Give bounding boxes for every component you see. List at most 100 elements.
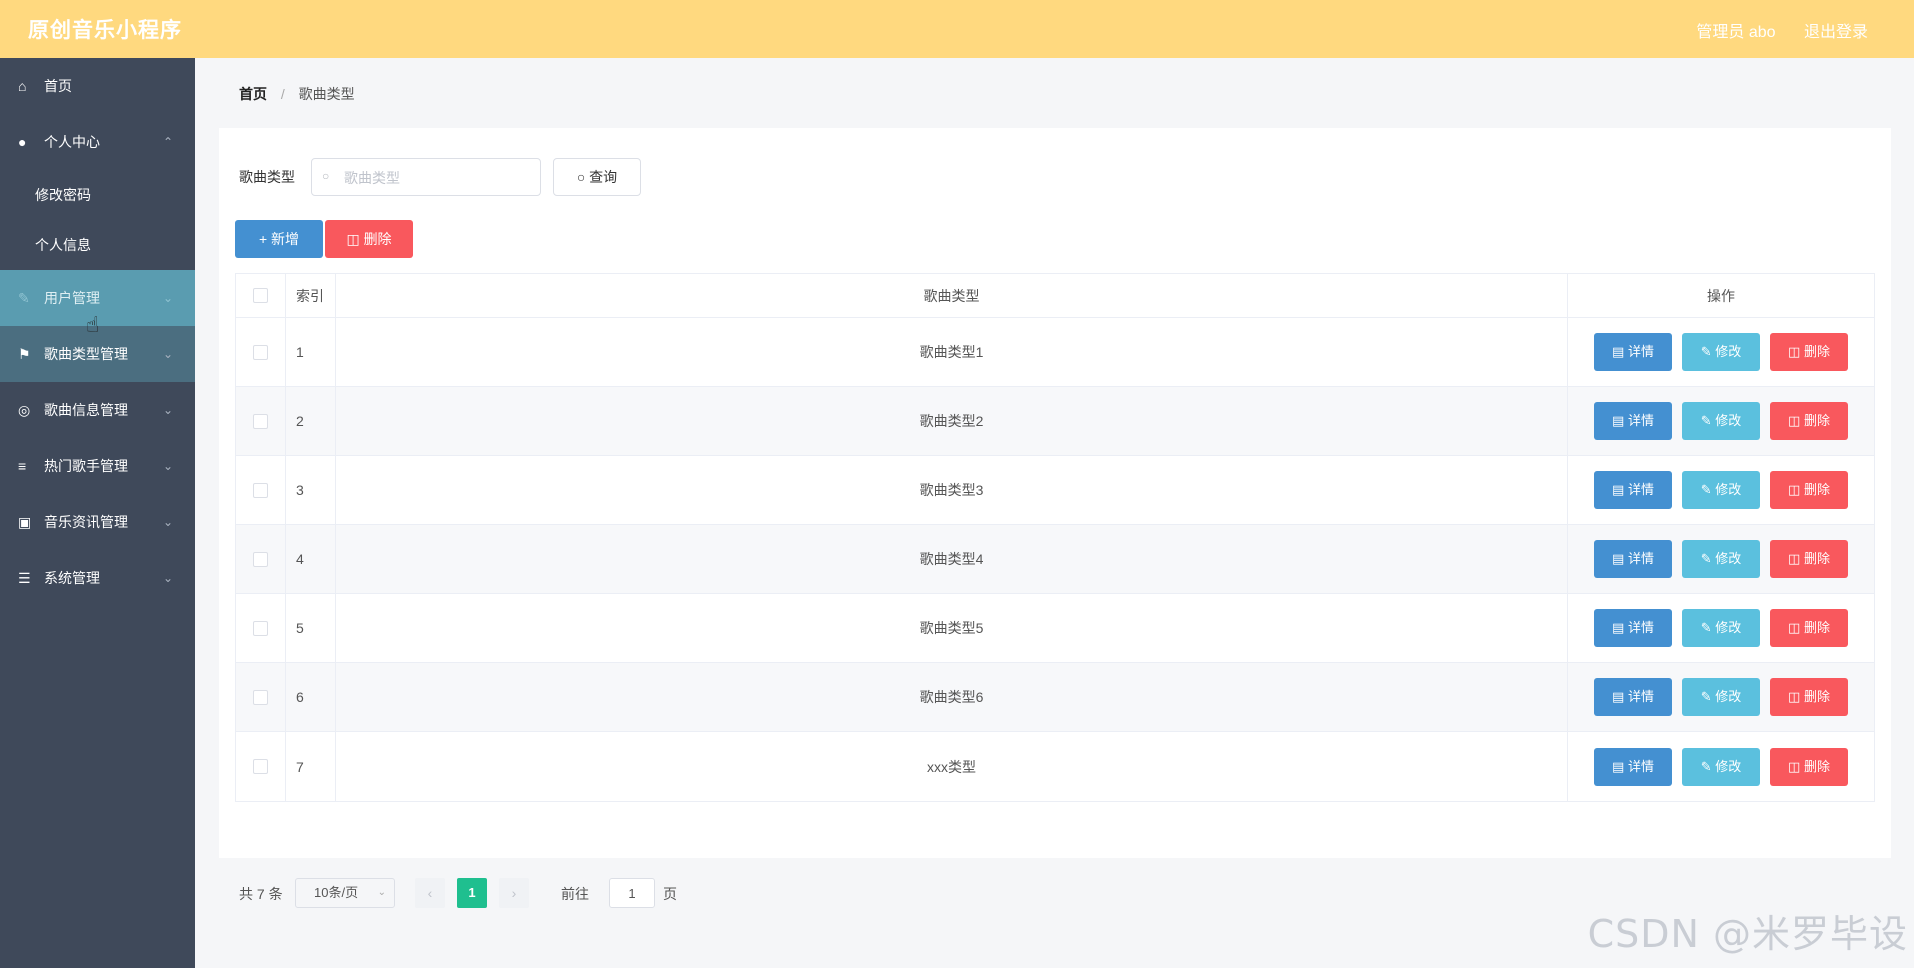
- detail-button[interactable]: ▤ 详情: [1594, 609, 1672, 647]
- delete-button[interactable]: ◫ 删除: [1770, 747, 1848, 786]
- edit-button[interactable]: ✎ 修改: [1682, 540, 1760, 578]
- batch-delete-button[interactable]: ◫ 删除: [325, 220, 413, 258]
- add-button[interactable]: + 新增: [235, 220, 323, 258]
- delete-button[interactable]: ◫ 删除: [1770, 678, 1848, 716]
- sidebar-item-music-news-management[interactable]: ▣ 音乐资讯管理 ⌄: [0, 494, 195, 550]
- row-checkbox[interactable]: [253, 551, 268, 567]
- pencil-icon: ✎: [1700, 620, 1712, 635]
- edit-button[interactable]: ✎ 修改: [1682, 747, 1760, 786]
- flag-icon: ⚑: [18, 346, 31, 362]
- table-row: 7 xxx类型 ▤ 详情 ✎ 修改 ◫ 删除: [236, 732, 1874, 801]
- search-icon: ○: [322, 169, 330, 183]
- search-field[interactable]: ○: [311, 158, 541, 197]
- breadcrumb-current: 歌曲类型: [298, 86, 355, 102]
- sidebar-item-system-management[interactable]: ☰ 系统管理 ⌄: [0, 550, 195, 606]
- row-index: 1: [286, 318, 336, 386]
- plus-icon: +: [258, 231, 268, 247]
- edit-button[interactable]: ✎ 修改: [1682, 402, 1760, 440]
- sidebar-item-label: 首页: [44, 78, 72, 94]
- query-button[interactable]: ○ 查询: [553, 158, 641, 196]
- detail-button[interactable]: ▤ 详情: [1594, 747, 1672, 786]
- sidebar-item-personal-center[interactable]: ● 个人中心 ⌃: [0, 114, 195, 170]
- detail-button[interactable]: ▤ 详情: [1594, 471, 1672, 509]
- watermark: CSDN @米罗毕设: [1587, 912, 1908, 956]
- sidebar-item-label: 用户管理: [44, 290, 100, 306]
- delete-button-label: 删除: [1803, 482, 1830, 497]
- edit-button[interactable]: ✎ 修改: [1682, 609, 1760, 647]
- row-checkbox[interactable]: [253, 689, 268, 705]
- page-size-value: 10条/页: [314, 885, 359, 900]
- edit-button-label: 修改: [1715, 344, 1742, 359]
- breadcrumb-separator: /: [280, 86, 285, 102]
- header-song-type: 歌曲类型: [336, 274, 1568, 317]
- search-label: 歌曲类型: [239, 169, 295, 185]
- goto-page-input[interactable]: [609, 878, 655, 908]
- search-input[interactable]: [342, 159, 536, 197]
- page-size-select[interactable]: 10条/页 ⌄: [295, 878, 395, 908]
- edit-icon: ✎: [18, 290, 30, 306]
- chevron-down-icon: ⌄: [377, 887, 386, 898]
- row-song-type: 歌曲类型6: [336, 663, 1568, 731]
- dial-icon: ◎: [18, 402, 31, 418]
- pencil-icon: ✎: [1700, 551, 1712, 566]
- next-page-button[interactable]: ›: [499, 878, 529, 908]
- breadcrumb-home[interactable]: 首页: [239, 86, 267, 102]
- edit-button[interactable]: ✎ 修改: [1682, 333, 1760, 371]
- chevron-down-icon: ⌄: [162, 347, 173, 361]
- chevron-down-icon: ⌄: [162, 459, 173, 473]
- row-select-cell: [236, 456, 286, 524]
- delete-button[interactable]: ◫ 删除: [1770, 540, 1848, 578]
- row-checkbox[interactable]: [253, 482, 268, 498]
- sidebar-item-label: 歌曲类型管理: [44, 346, 128, 362]
- trash-icon: ◫: [1788, 482, 1801, 497]
- edit-button-label: 修改: [1715, 482, 1742, 497]
- wallet-icon: ▣: [18, 514, 32, 530]
- delete-button[interactable]: ◫ 删除: [1770, 471, 1848, 509]
- chevron-down-icon: ⌄: [162, 515, 173, 529]
- page-number-current[interactable]: 1: [457, 878, 487, 908]
- row-checkbox[interactable]: [253, 344, 268, 360]
- edit-button-label: 修改: [1715, 413, 1742, 428]
- delete-button-label: 删除: [1803, 689, 1830, 704]
- table-row: 3 歌曲类型3 ▤ 详情 ✎ 修改 ◫ 删除: [236, 456, 1874, 525]
- row-checkbox[interactable]: [253, 620, 268, 636]
- trash-icon: ◫: [1788, 551, 1801, 566]
- select-all-checkbox[interactable]: [253, 288, 268, 303]
- detail-button[interactable]: ▤ 详情: [1594, 402, 1672, 440]
- sidebar-subitem-change-password[interactable]: 修改密码: [0, 170, 195, 220]
- row-song-type: 歌曲类型1: [336, 318, 1568, 386]
- row-select-cell: [236, 732, 286, 801]
- detail-button[interactable]: ▤ 详情: [1594, 333, 1672, 371]
- edit-button[interactable]: ✎ 修改: [1682, 471, 1760, 509]
- sidebar-subitem-personal-info[interactable]: 个人信息: [0, 220, 195, 270]
- document-icon: ▤: [1612, 689, 1625, 704]
- top-header: 原创音乐小程序 管理员 abo 退出登录: [0, 0, 1914, 59]
- document-icon: ▤: [1612, 413, 1625, 428]
- detail-button[interactable]: ▤ 详情: [1594, 540, 1672, 578]
- table-row: 2 歌曲类型2 ▤ 详情 ✎ 修改 ◫ 删除: [236, 387, 1874, 456]
- detail-button-label: 详情: [1627, 689, 1654, 704]
- table-row: 5 歌曲类型5 ▤ 详情 ✎ 修改 ◫ 删除: [236, 594, 1874, 663]
- sidebar-item-song-info-management[interactable]: ◎ 歌曲信息管理 ⌄: [0, 382, 195, 438]
- logout-link[interactable]: 退出登录: [1804, 24, 1868, 41]
- edit-button[interactable]: ✎ 修改: [1682, 678, 1760, 716]
- row-checkbox[interactable]: [253, 759, 268, 774]
- row-operations: ▤ 详情 ✎ 修改 ◫ 删除: [1568, 663, 1874, 731]
- delete-button[interactable]: ◫ 删除: [1770, 333, 1848, 371]
- row-operations: ▤ 详情 ✎ 修改 ◫ 删除: [1568, 594, 1874, 662]
- sidebar-item-hot-singer-management[interactable]: ≡ 热门歌手管理 ⌄: [0, 438, 195, 494]
- document-icon: ▤: [1612, 758, 1625, 774]
- delete-button[interactable]: ◫ 删除: [1770, 402, 1848, 440]
- detail-button[interactable]: ▤ 详情: [1594, 678, 1672, 716]
- trash-icon: ◫: [1788, 344, 1801, 359]
- app-title: 原创音乐小程序: [28, 19, 182, 42]
- delete-button[interactable]: ◫ 删除: [1770, 609, 1848, 647]
- prev-page-button[interactable]: ‹: [415, 878, 445, 908]
- detail-button-label: 详情: [1627, 482, 1654, 497]
- row-song-type: 歌曲类型5: [336, 594, 1568, 662]
- admin-user-label[interactable]: 管理员 abo: [1696, 24, 1775, 41]
- row-checkbox[interactable]: [253, 413, 268, 429]
- row-select-cell: [236, 594, 286, 662]
- sidebar-item-home[interactable]: ⌂ 首页: [0, 58, 195, 114]
- home-icon: ⌂: [18, 78, 27, 94]
